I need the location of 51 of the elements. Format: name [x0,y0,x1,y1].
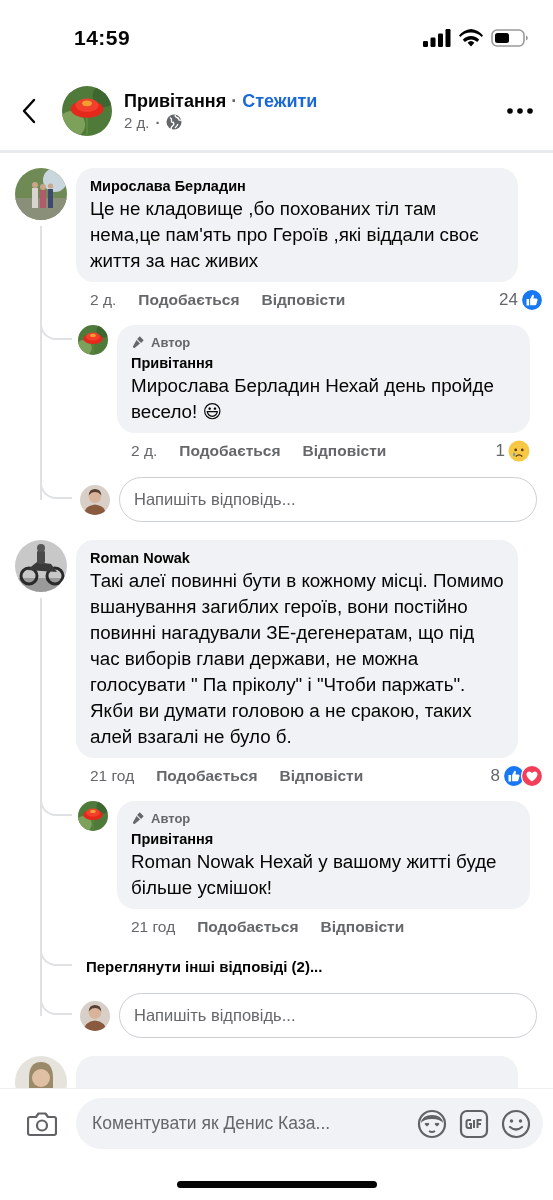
reply-link[interactable]: Відповісти [261,291,346,309]
reply-field[interactable]: Напишіть відповідь... [119,477,537,522]
comment-time: 21 год [90,767,135,785]
comment-text: Це не кладовище ,бо похованих тіл там нема,це пам'ять про Героїв ,які віддали своє життя за нас живих [90,197,480,273]
emoji-icon[interactable] [501,1108,531,1139]
gif-icon[interactable] [459,1108,489,1139]
like-link[interactable]: Подобається [179,442,281,460]
sad-reaction-icon [508,440,530,462]
reaction-count: 24 [499,290,518,310]
reply-link[interactable]: Відповісти [320,918,405,936]
comment-author[interactable]: Мирослава Берладин [90,176,508,196]
comment-author[interactable]: Привітання [131,829,520,849]
microphone-icon [131,811,145,825]
follow-link[interactable]: Стежити [242,90,318,112]
comment-author[interactable]: Привітання [131,353,520,373]
wifi-icon [459,28,483,47]
comment-field[interactable]: Коментувати як Денис Каза... [90,1112,405,1135]
comment-text: Такі алеї повинні бути в кожному місці. Помимо вшанування загиблих героїв, вони постійно повинні нагадували ЗЕ-дегенератам, що під час виборів глави держави, не можна голосувати " Па пріколу" і "Чтоби паржать". Якби ви думати головою а не сракою, таких алей взагалі не було б. [90,569,505,749]
battery-icon [491,28,529,47]
heart-reaction-icon [521,765,543,787]
comment-text: Roman Nowak Нехай у вашому житті буде більше усмішок! [131,850,498,900]
camera-icon[interactable] [27,1110,57,1137]
comment-time: 2 д. [131,442,158,460]
post-age: 2 д. [124,113,150,131]
page-name[interactable]: Привітання [124,90,227,112]
comment-time: 2 д. [90,291,117,309]
comment-author[interactable]: Roman Nowak [90,548,508,568]
separator-dot: · [231,90,238,112]
like-link[interactable]: Подобається [156,767,258,785]
reply-field[interactable]: Напишіть відповідь... [119,993,537,1038]
reaction-count: 1 [495,441,505,461]
microphone-icon [131,335,145,349]
like-link[interactable]: Подобається [197,918,299,936]
author-label: Автор [151,810,191,826]
like-reaction-icon [521,289,543,311]
reaction-count: 8 [490,766,500,786]
sticker-icon[interactable] [417,1108,447,1139]
comment-composer[interactable]: Коментувати як Денис Каза... [76,1098,543,1149]
reply-link[interactable]: Відповісти [279,767,364,785]
status-time: 14:59 [74,25,131,50]
comment-time: 21 год [131,918,176,936]
globe-icon [166,114,183,130]
comment-text: Мирослава Берладин Нехай день пройде весело! 😃 [131,374,495,424]
signal-icon [423,28,451,47]
more-options-icon[interactable] [507,107,533,114]
author-label: Автор [151,334,191,350]
reply-link[interactable]: Відповісти [302,442,387,460]
like-link[interactable]: Подобається [138,291,240,309]
back-icon[interactable] [22,97,36,124]
more-replies-link[interactable]: Переглянути інші відповіді (2)... [86,957,323,975]
separator-dot: · [155,113,161,131]
